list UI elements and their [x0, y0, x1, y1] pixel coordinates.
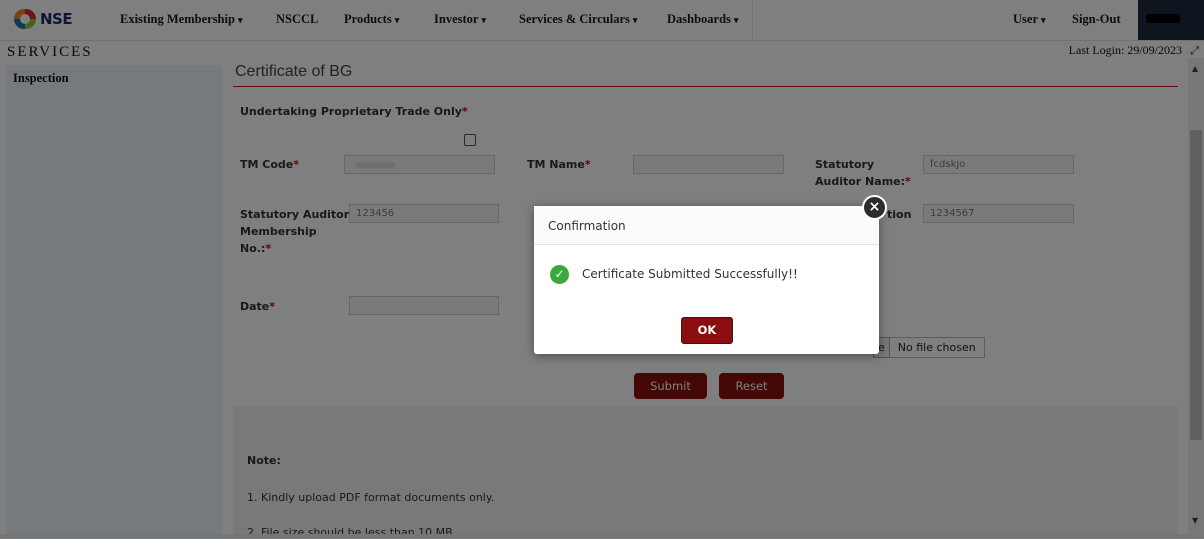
dialog-header: Confirmation [534, 206, 879, 245]
confirmation-dialog: Confirmation ✓ Certificate Submitted Suc… [534, 206, 879, 354]
close-icon[interactable]: × [862, 195, 887, 220]
ok-button[interactable]: OK [681, 317, 733, 344]
dialog-message: Certificate Submitted Successfully!! [582, 267, 798, 281]
dialog-title: Confirmation [548, 219, 626, 233]
success-check-icon: ✓ [550, 265, 569, 284]
